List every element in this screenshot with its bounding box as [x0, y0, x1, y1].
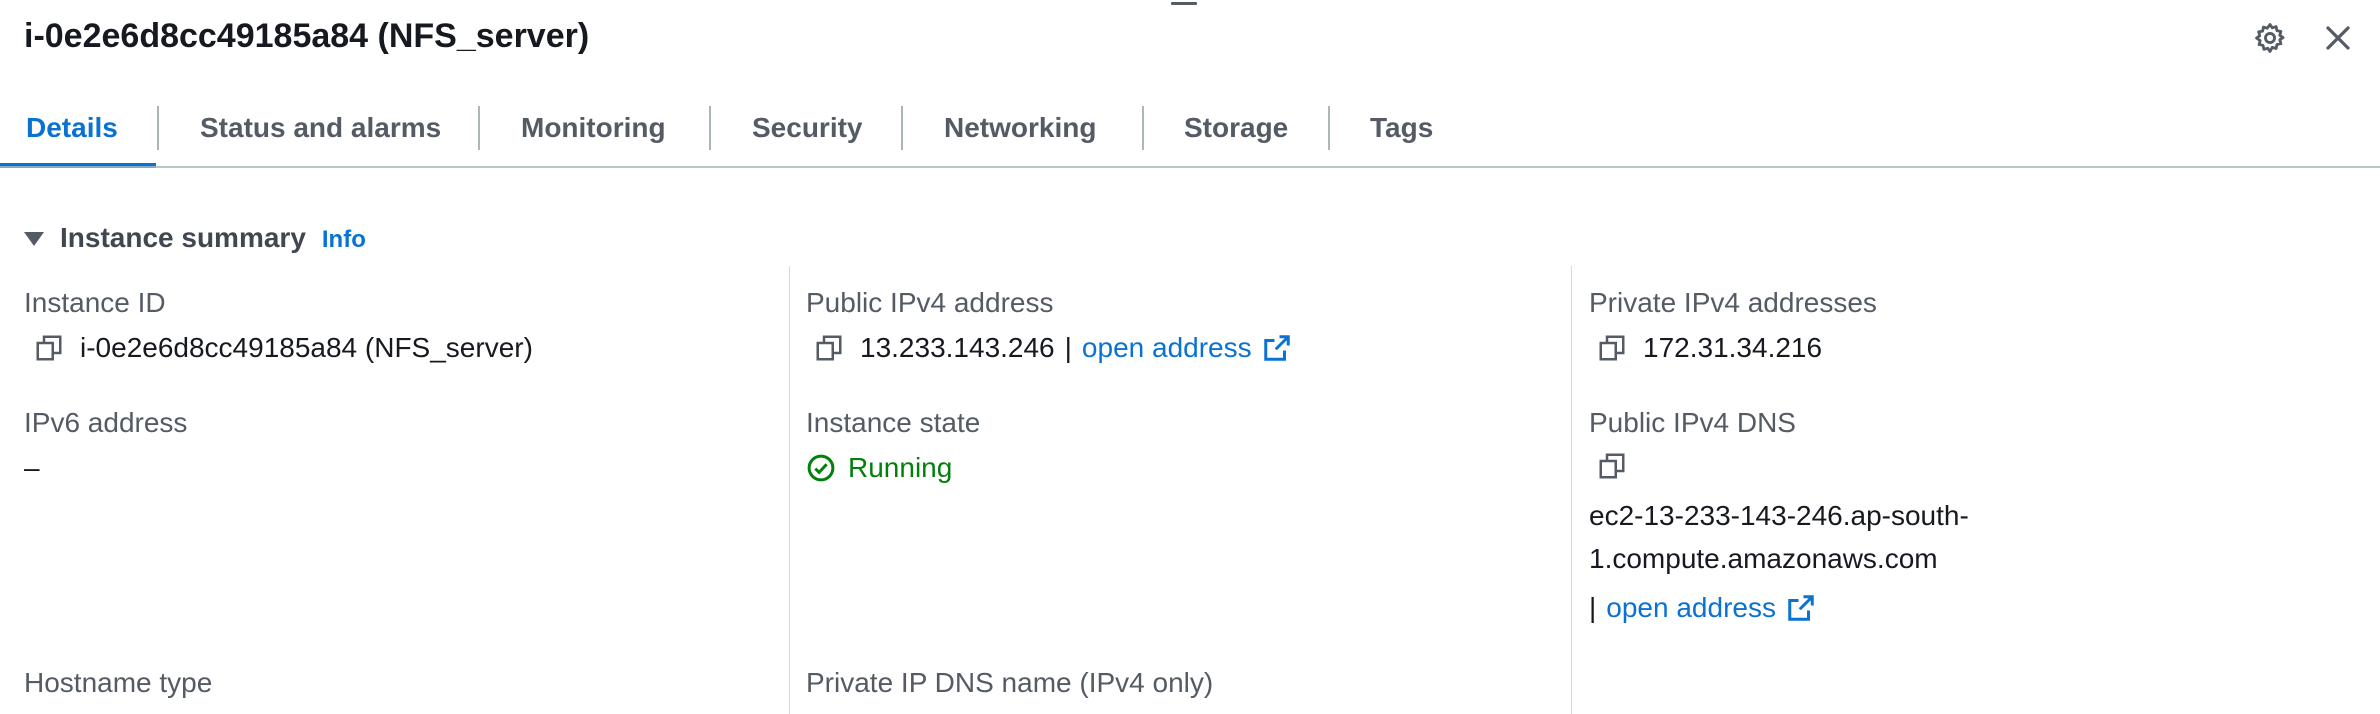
private-dns-label: Private IP DNS name (IPv4 only): [806, 667, 1214, 698]
private-ipv4-label: Private IPv4 addresses: [1589, 287, 1877, 318]
open-address-link-text: open address: [1081, 332, 1252, 363]
instance-state-label: Instance state: [806, 407, 981, 438]
instance-title: i-0e2e6d8cc49185a84 (NFS_server): [24, 17, 590, 55]
tab-divider: [1142, 106, 1144, 150]
tab-divider: [1328, 106, 1330, 150]
ipv6-value: –: [24, 452, 40, 483]
public-ipv4-value: 13.233.143.246 | open address: [814, 330, 1292, 366]
tabs-bottom-border: [0, 166, 2380, 168]
tab-monitoring[interactable]: Monitoring: [521, 96, 666, 168]
detail-tabs: Details Status and alarms Monitoring Sec…: [0, 96, 2380, 168]
section-title: Instance summary: [60, 222, 306, 253]
private-ipv4-value: 172.31.34.216: [1597, 330, 1822, 366]
private-ipv4-text: 172.31.34.216: [1643, 332, 1823, 363]
tab-tags[interactable]: Tags: [1370, 96, 1433, 168]
instance-id-value: i-0e2e6d8cc49185a84 (NFS_server): [34, 330, 533, 366]
public-ipv4-text: 13.233.143.246: [860, 332, 1055, 363]
column-divider: [1571, 266, 1572, 714]
instance-state-value: Running: [806, 450, 952, 486]
open-address-link-text: open address: [1606, 592, 1776, 623]
public-dns-copy: [1597, 451, 1643, 481]
open-address-link[interactable]: open address: [1082, 330, 1292, 366]
tab-divider: [478, 106, 480, 150]
tab-status-and-alarms[interactable]: Status and alarms: [200, 96, 441, 168]
public-dns-label: Public IPv4 DNS: [1589, 407, 1796, 438]
tab-divider: [901, 106, 903, 150]
external-link-icon: [1262, 333, 1292, 363]
copy-icon[interactable]: [814, 333, 844, 363]
tab-divider: [709, 106, 711, 150]
close-button[interactable]: [2318, 18, 2358, 58]
instance-id-label: Instance ID: [24, 287, 166, 318]
tab-security[interactable]: Security: [752, 96, 863, 168]
column-divider: [789, 266, 790, 714]
public-dns-line1: ec2-13-233-143-246.ap-south-: [1589, 500, 1969, 531]
settings-button[interactable]: [2250, 18, 2290, 58]
copy-icon[interactable]: [1597, 333, 1627, 363]
separator: |: [1064, 332, 1072, 363]
tab-divider: [157, 106, 159, 150]
tab-details[interactable]: Details: [26, 96, 118, 168]
copy-icon[interactable]: [34, 333, 64, 363]
ipv6-label: IPv6 address: [24, 407, 188, 438]
open-address-link[interactable]: open address: [1606, 590, 1816, 626]
check-circle-icon: [806, 453, 836, 483]
copy-icon[interactable]: [1597, 451, 1627, 481]
external-link-icon: [1786, 593, 1816, 623]
panel-header: i-0e2e6d8cc49185a84 (NFS_server): [24, 14, 2356, 58]
public-ipv4-label: Public IPv4 address: [806, 287, 1054, 318]
info-link[interactable]: Info: [322, 226, 366, 254]
public-dns-open: | open address: [1589, 590, 1816, 626]
separator: |: [1589, 592, 1597, 623]
instance-summary-header[interactable]: Instance summary Info: [24, 218, 366, 258]
gear-icon: [2255, 23, 2285, 53]
close-icon: [2326, 26, 2350, 50]
tab-storage[interactable]: Storage: [1184, 96, 1288, 168]
instance-id-text: i-0e2e6d8cc49185a84 (NFS_server): [80, 332, 533, 363]
caret-down-icon[interactable]: [24, 232, 44, 246]
tab-networking[interactable]: Networking: [944, 96, 1096, 168]
instance-state-text: Running: [848, 452, 953, 483]
public-dns-line2: 1.compute.amazonaws.com: [1589, 543, 1938, 574]
hostname-type-label: Hostname type: [24, 667, 213, 698]
panel-resize-handle[interactable]: [1171, 2, 1197, 5]
